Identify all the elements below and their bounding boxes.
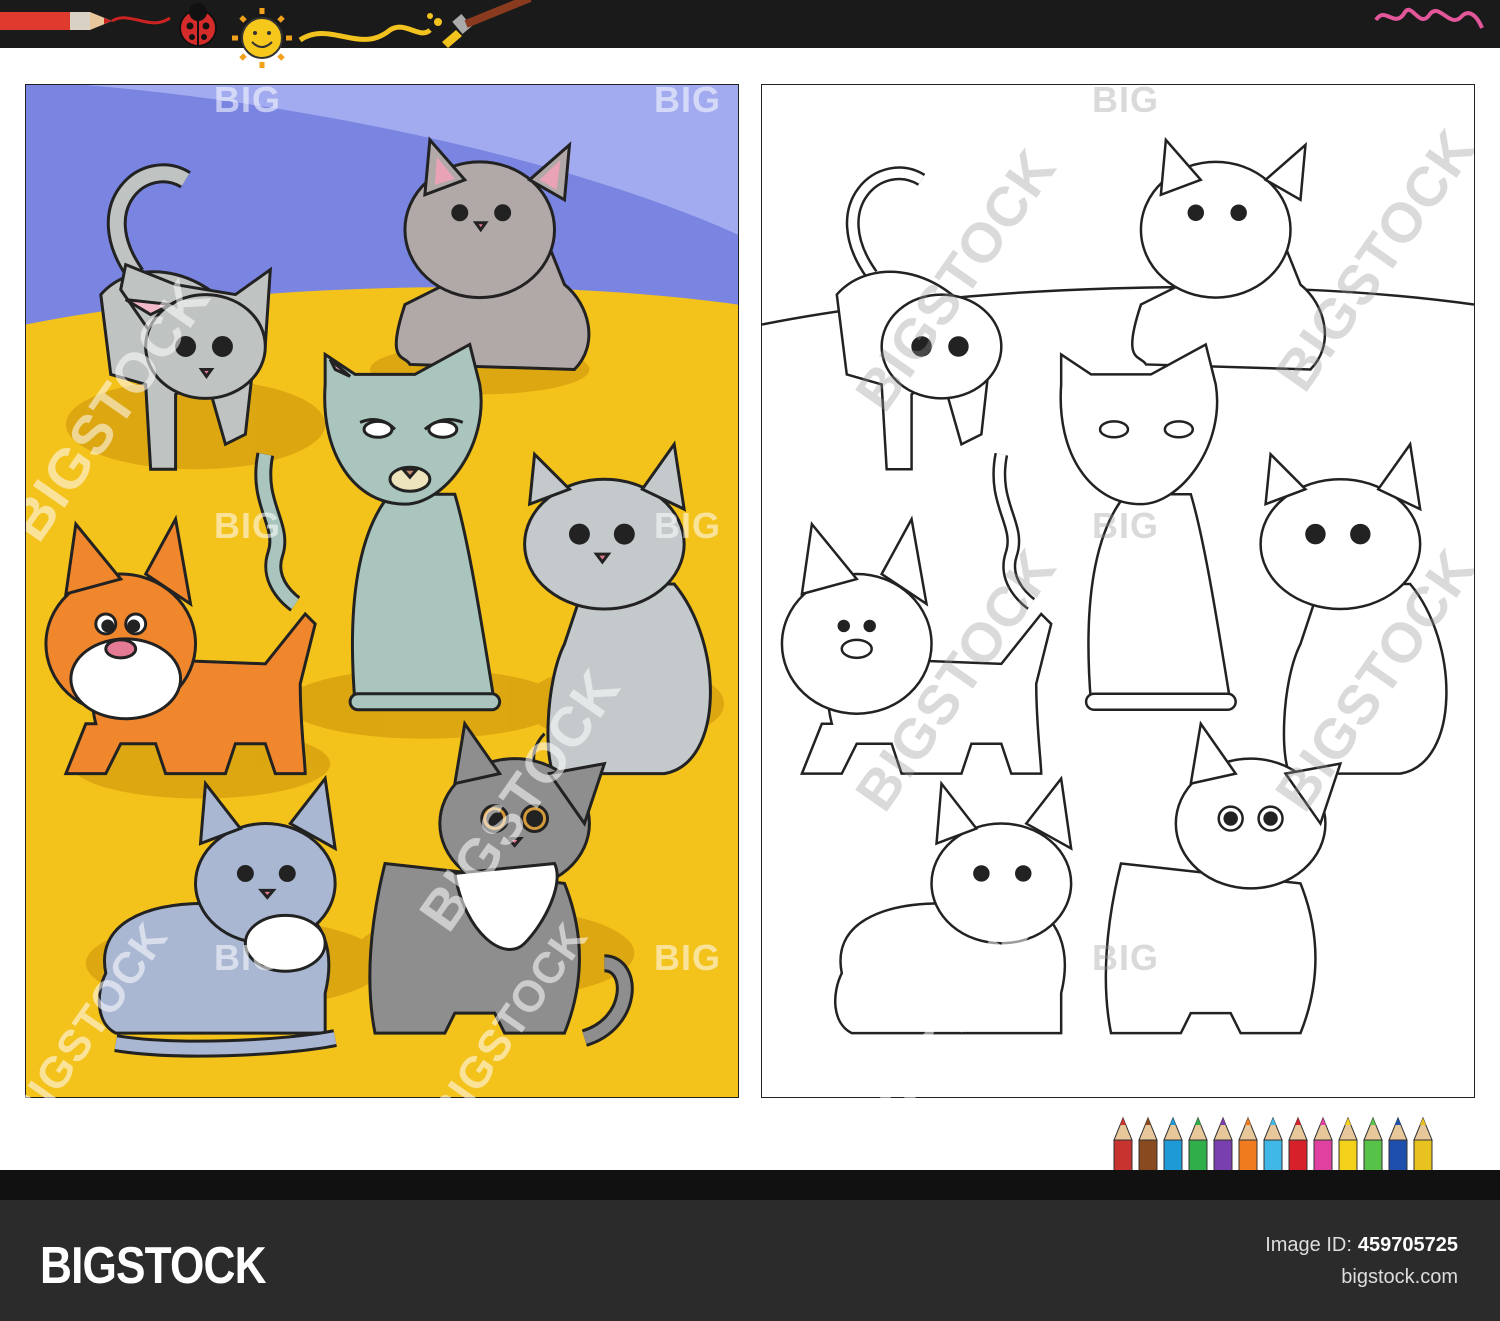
pencil-lead-icon xyxy=(1270,1118,1276,1125)
brand-logo[interactable]: BIGSTOCK xyxy=(40,1236,267,1296)
pencil-lead-icon xyxy=(1370,1118,1376,1125)
pencil-lead-icon xyxy=(1170,1118,1176,1125)
site-url-link[interactable]: bigstock.com xyxy=(1341,1266,1458,1289)
pencil-lead-icon xyxy=(1395,1118,1401,1125)
line-lying-cat xyxy=(834,775,1073,1035)
paintbrush-icon xyxy=(298,0,532,48)
line-tabby-cat xyxy=(1104,720,1343,1035)
pencil-lead-icon xyxy=(1295,1118,1301,1125)
image-id-value: 459705725 xyxy=(1357,1234,1458,1256)
line-sleepy-cat xyxy=(1059,342,1237,712)
image-id-label: Image ID: xyxy=(1265,1234,1352,1256)
pencil-icon xyxy=(0,12,171,30)
colored-illustration-panel: BIG BIG BIG BIG BIG BIG BIGSTOCK BIGSTOC… xyxy=(25,84,739,1098)
ladybug-icon xyxy=(179,3,217,47)
line-silver-cat xyxy=(1259,441,1448,775)
image-id: Image ID: 459705725 xyxy=(1265,1234,1458,1257)
pencil-lead-icon xyxy=(1245,1118,1251,1125)
pencil-lead-icon xyxy=(1195,1118,1201,1125)
line-orange-cat xyxy=(780,452,1053,775)
pencil-lead-icon xyxy=(1320,1118,1326,1125)
pencil-lead-icon xyxy=(1345,1118,1351,1125)
sun-icon xyxy=(232,8,292,68)
colored-kittens-scene xyxy=(26,85,738,1097)
pencil-lead-icon xyxy=(1120,1118,1126,1125)
coloring-page-panel: BIG BIG BIG BIGSTOCK BIGSTOCK BIGSTOCK B… xyxy=(761,84,1475,1098)
footer-top-strip: BIGSTOCK BIGSTOCK BIGSTOCK xyxy=(0,914,1500,1200)
squiggle-icon xyxy=(1374,7,1484,29)
top-decoration xyxy=(0,0,1484,68)
footer: BIGSTOCK Image ID: 459705725 bigstock.com xyxy=(0,1200,1500,1321)
line-fluffy-cat xyxy=(1131,136,1327,371)
line-gray-tabby-cat xyxy=(835,166,1003,471)
pencil-lead-icon xyxy=(1220,1118,1226,1125)
line-art-kittens-scene xyxy=(762,136,1474,1035)
pencil-lead-icon xyxy=(1145,1118,1151,1125)
pencil-lead-icon xyxy=(1420,1118,1426,1125)
